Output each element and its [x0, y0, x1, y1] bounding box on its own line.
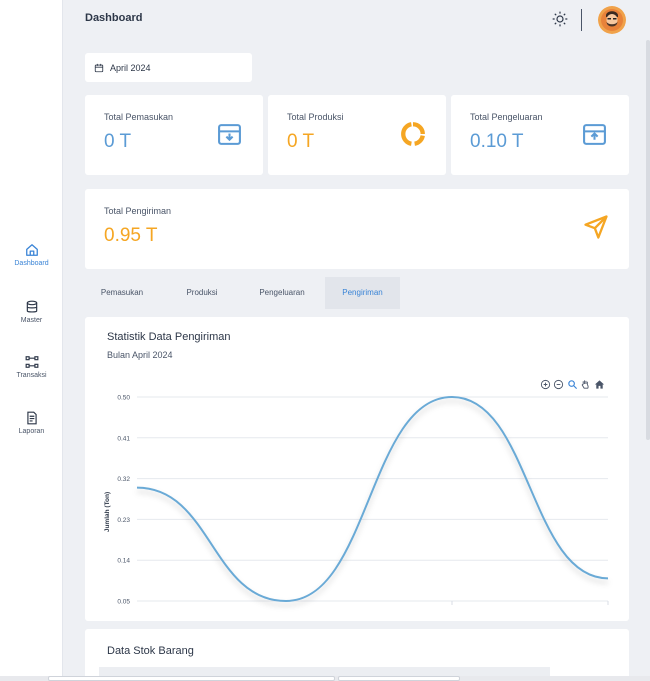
chart-title: Statistik Data Pengiriman	[107, 331, 231, 343]
card-total-produksi: Total Produksi 0 T	[268, 95, 446, 175]
y-axis-label: Jumlah (Ton)	[104, 492, 111, 532]
header-divider	[581, 9, 582, 31]
send-icon	[584, 215, 608, 239]
scrollbar-thumb[interactable]	[48, 676, 335, 681]
inbox-upload-icon	[583, 124, 606, 145]
y-tick-label: 0.41	[117, 435, 130, 442]
tab-pemasukan[interactable]: Pemasukan	[85, 277, 159, 309]
y-tick-label: 0.23	[117, 517, 130, 524]
sidebar-item-transaksi[interactable]: Transaksi	[0, 355, 63, 379]
avatar[interactable]	[598, 6, 626, 34]
card-label: Total Produksi	[287, 112, 344, 122]
horizontal-scrollbar[interactable]	[0, 676, 650, 681]
sidebar-item-master[interactable]: Master	[0, 300, 63, 324]
series-line	[136, 395, 609, 603]
card-value: 0.10 T	[470, 131, 524, 152]
card-total-pemasukan: Total Pemasukan 0 T	[85, 95, 263, 175]
sidebar: Dashboard Master Transaksi Laporan	[0, 0, 63, 681]
chart-grid	[137, 396, 608, 602]
stock-card: Data Stok Barang	[85, 629, 629, 681]
y-tick-label: 0.50	[117, 395, 130, 402]
donut-chart-icon	[401, 122, 425, 146]
vertical-scrollbar[interactable]	[646, 40, 650, 440]
y-axis-ticks: 0.50 0.41 0.32 0.23 0.14 0.05	[117, 395, 130, 606]
card-label: Total Pemasukan	[104, 112, 174, 122]
page-title: Dashboard	[85, 12, 143, 24]
month-picker-value: April 2024	[110, 63, 151, 73]
sidebar-item-label: Master	[20, 317, 43, 324]
avatar-icon	[598, 6, 626, 34]
y-tick-label: 0.05	[117, 599, 130, 606]
y-tick-label: 0.32	[117, 476, 130, 483]
card-value: 0 T	[104, 131, 132, 152]
database-icon	[26, 300, 37, 313]
card-value: 0 T	[287, 131, 315, 152]
line-chart: 0.50 0.41 0.32 0.23 0.14 0.05 Jumlah (Ton)	[104, 395, 609, 606]
sidebar-item-label: Laporan	[18, 428, 45, 435]
sidebar-item-label: Dashboard	[14, 260, 49, 267]
tab-pengeluaran[interactable]: Pengeluaran	[245, 277, 319, 309]
card-label: Total Pengeluaran	[470, 112, 543, 122]
card-total-pengeluaran: Total Pengeluaran 0.10 T	[451, 95, 629, 175]
chart-card: Statistik Data Pengiriman Bulan April 20…	[85, 317, 629, 621]
scrollbar-thumb[interactable]	[338, 676, 460, 681]
stock-title: Data Stok Barang	[107, 645, 194, 657]
calendar-icon	[94, 63, 104, 73]
sidebar-item-label: Transaksi	[16, 372, 47, 379]
tab-pengiriman[interactable]: Pengiriman	[325, 277, 400, 309]
home-icon	[25, 244, 38, 256]
tab-bar: Pemasukan Produksi Pengeluaran Pengirima…	[85, 277, 629, 309]
chart-subtitle: Bulan April 2024	[107, 350, 173, 360]
sidebar-item-dashboard[interactable]: Dashboard	[0, 243, 63, 267]
card-value: 0.95 T	[104, 225, 158, 246]
sun-icon[interactable]	[552, 11, 568, 27]
inbox-download-icon	[218, 124, 241, 145]
card-label: Total Pengiriman	[104, 206, 172, 216]
month-picker[interactable]: April 2024	[85, 53, 252, 82]
y-tick-label: 0.14	[117, 558, 130, 565]
report-icon	[26, 411, 37, 425]
header: Dashboard	[63, 0, 650, 40]
transaction-icon	[25, 356, 38, 368]
sidebar-item-laporan[interactable]: Laporan	[0, 411, 63, 435]
card-total-pengiriman: Total Pengiriman 0.95 T	[85, 189, 629, 269]
tab-produksi[interactable]: Produksi	[165, 277, 239, 309]
